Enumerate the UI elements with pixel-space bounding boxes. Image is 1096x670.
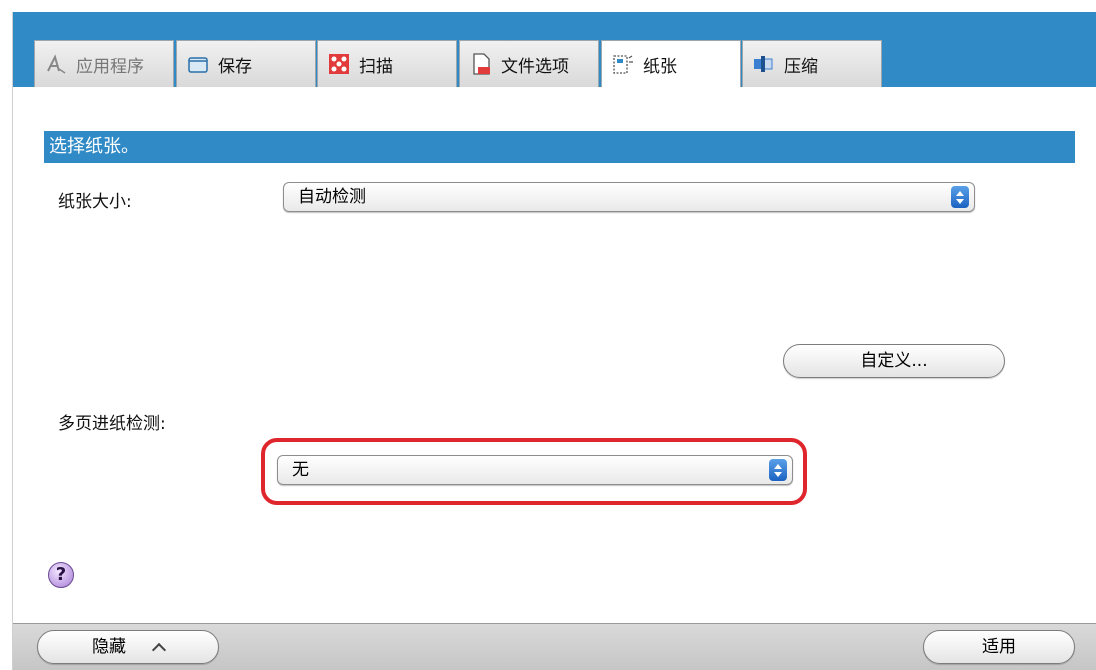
- tab-paper-label: 纸张: [643, 57, 677, 77]
- tab-file-options[interactable]: 文件选项: [459, 40, 599, 87]
- hide-button[interactable]: 隐藏: [37, 630, 219, 664]
- multifeed-label: 多页进纸检测:: [58, 414, 166, 434]
- settings-window: 应用程序 保存 扫描 文件选项 纸张 压缩 选择纸张。 纸张大小: 自动检测 自…: [12, 12, 1096, 670]
- tab-bar: 应用程序 保存 扫描 文件选项 纸张 压缩: [13, 12, 1096, 88]
- paper-size-value: 自动检测: [298, 187, 366, 207]
- tab-application-label: 应用程序: [76, 56, 144, 77]
- tab-file-options-label: 文件选项: [501, 56, 569, 77]
- multifeed-select[interactable]: 无: [277, 455, 793, 485]
- tab-save-label: 保存: [218, 56, 252, 77]
- tab-paper[interactable]: 纸张: [601, 40, 741, 88]
- tab-application[interactable]: 应用程序: [34, 40, 174, 87]
- chevron-updown-icon: [951, 186, 969, 208]
- folder-icon: [187, 53, 209, 75]
- bottom-bar: 隐藏 适用: [13, 623, 1096, 670]
- paper-icon: [612, 54, 634, 76]
- tab-compression[interactable]: 压缩: [742, 40, 882, 87]
- tab-compression-label: 压缩: [784, 56, 818, 77]
- compression-icon: [753, 53, 775, 75]
- paper-size-select[interactable]: 自动检测: [283, 182, 975, 212]
- help-button[interactable]: ?: [48, 562, 74, 588]
- paper-size-label: 纸张大小:: [58, 192, 132, 212]
- custom-button[interactable]: 自定义...: [783, 344, 1005, 378]
- multifeed-value: 无: [292, 460, 309, 480]
- tab-scan-label: 扫描: [359, 56, 393, 77]
- scan-icon: [328, 53, 350, 75]
- paper-settings-panel: 选择纸张。 纸张大小: 自动检测 自定义... 多页进纸检测: 无 ?: [13, 87, 1096, 624]
- chevron-up-icon: [151, 642, 167, 658]
- chevron-updown-icon: [769, 459, 787, 481]
- file-options-icon: [470, 53, 492, 75]
- section-title: 选择纸张。: [44, 131, 1075, 163]
- tab-save[interactable]: 保存: [176, 40, 316, 87]
- hide-button-label: 隐藏: [92, 637, 126, 657]
- application-icon: [45, 53, 67, 75]
- help-icon: ?: [55, 564, 67, 585]
- apply-button[interactable]: 适用: [923, 630, 1075, 664]
- tab-scan[interactable]: 扫描: [317, 40, 457, 87]
